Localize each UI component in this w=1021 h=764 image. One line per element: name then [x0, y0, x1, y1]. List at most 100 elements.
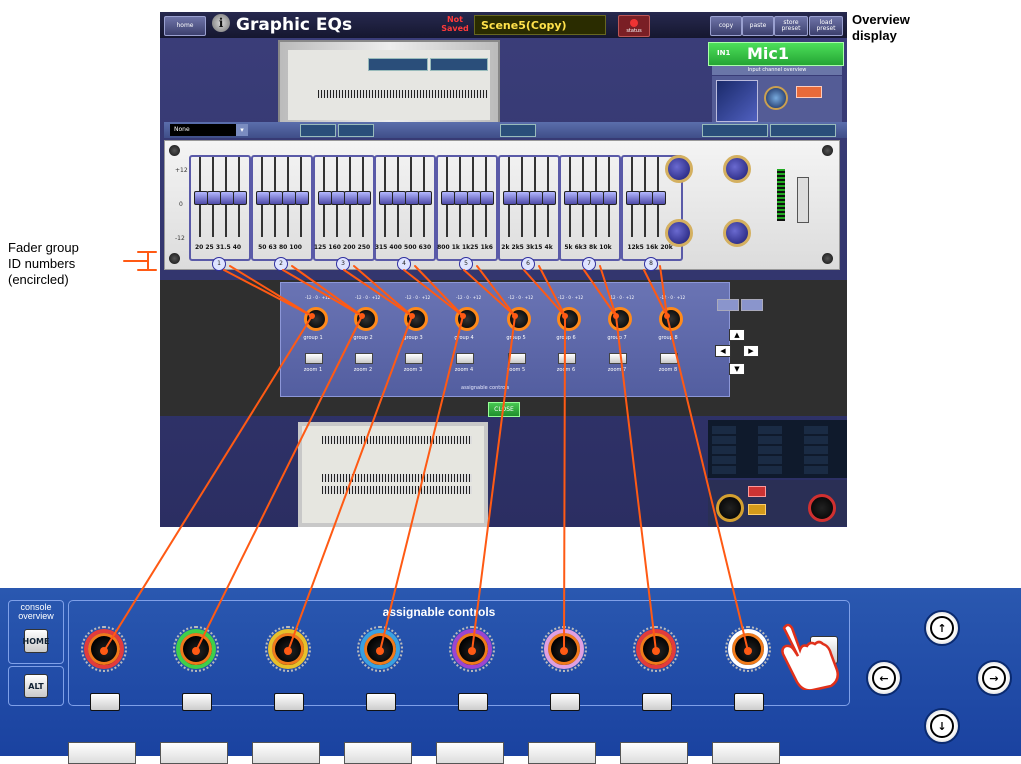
nav-left-button[interactable]: ← [866, 660, 902, 696]
eq-fader[interactable] [454, 157, 468, 237]
fader-knob[interactable] [318, 191, 332, 205]
copy-button[interactable]: copy [710, 16, 742, 36]
fader-knob[interactable] [207, 191, 221, 205]
status-button[interactable]: status [618, 15, 650, 37]
fader-knob[interactable] [503, 191, 517, 205]
strip-button[interactable] [748, 504, 766, 515]
group-knob[interactable] [354, 307, 378, 331]
zoom-button[interactable] [456, 353, 474, 364]
hardware-knob[interactable] [81, 626, 127, 672]
fader-knob[interactable] [603, 191, 617, 205]
zoom-button[interactable] [660, 353, 678, 364]
eq-fader[interactable] [207, 157, 221, 237]
zoom-button[interactable] [558, 353, 576, 364]
hardware-zoom-button[interactable] [734, 693, 764, 711]
hardware-knob[interactable] [173, 626, 219, 672]
paste-button[interactable]: paste [742, 16, 774, 36]
arrow-left-icon[interactable]: ◀ [715, 345, 731, 357]
toolbar-button[interactable] [770, 124, 836, 137]
eq-fader[interactable] [295, 157, 309, 237]
eq-fader[interactable] [220, 157, 234, 237]
fader-knob[interactable] [392, 191, 406, 205]
load-preset-button[interactable]: load preset [809, 16, 843, 36]
eq-fader[interactable] [516, 157, 530, 237]
hardware-key[interactable] [160, 742, 228, 764]
arrow-up-icon[interactable]: ▲ [729, 329, 745, 341]
home-button[interactable]: home [164, 16, 206, 36]
eq-fader[interactable] [357, 157, 371, 237]
fader-knob[interactable] [480, 191, 494, 205]
preset-select[interactable]: None ▾ [170, 124, 248, 136]
fader-knob[interactable] [331, 191, 345, 205]
fader-knob[interactable] [256, 191, 270, 205]
eq-fader[interactable] [626, 157, 640, 237]
zoom-button[interactable] [508, 353, 526, 364]
hardware-key[interactable] [712, 742, 780, 764]
fader-knob[interactable] [652, 191, 666, 205]
eq-fader[interactable] [269, 157, 283, 237]
zoom-button[interactable] [405, 353, 423, 364]
fader-knob[interactable] [626, 191, 640, 205]
eq-fader[interactable] [405, 157, 419, 237]
nav-up-button[interactable]: ↑ [924, 610, 960, 646]
fader-knob[interactable] [542, 191, 556, 205]
fader-knob[interactable] [639, 191, 653, 205]
eq-fader[interactable] [480, 157, 494, 237]
fader-knob[interactable] [220, 191, 234, 205]
fader-knob[interactable] [379, 191, 393, 205]
eq-fader[interactable] [318, 157, 332, 237]
eq-fader[interactable] [194, 157, 208, 237]
arrow-right-icon[interactable]: ▶ [743, 345, 759, 357]
fader-knob[interactable] [516, 191, 530, 205]
zoom-button[interactable] [355, 353, 373, 364]
hardware-key[interactable] [344, 742, 412, 764]
fader-knob[interactable] [269, 191, 283, 205]
info-icon[interactable]: i [212, 14, 230, 32]
toolbar-button[interactable] [702, 124, 768, 137]
eq-fader[interactable] [564, 157, 578, 237]
eq-fader[interactable] [379, 157, 393, 237]
rack-button[interactable] [430, 58, 488, 71]
fader-knob[interactable] [577, 191, 591, 205]
zoom-button[interactable] [305, 353, 323, 364]
hardware-knob[interactable] [633, 626, 679, 672]
home-hardware-button[interactable]: HOME [23, 629, 49, 653]
hardware-knob[interactable] [265, 626, 311, 672]
hardware-knob[interactable] [449, 626, 495, 672]
eq-curve-display[interactable] [716, 80, 758, 122]
nav-right-button[interactable]: → [976, 660, 1012, 696]
eq-knob[interactable] [723, 219, 751, 247]
fader-knob[interactable] [529, 191, 543, 205]
eq-fader[interactable] [418, 157, 432, 237]
eq-fader[interactable] [603, 157, 617, 237]
eq-knob[interactable] [665, 219, 693, 247]
hardware-zoom-button[interactable] [550, 693, 580, 711]
fader-knob[interactable] [233, 191, 247, 205]
eq-fader[interactable] [331, 157, 345, 237]
eq-fader[interactable] [282, 157, 296, 237]
group-knob[interactable] [404, 307, 428, 331]
fader-knob[interactable] [441, 191, 455, 205]
hardware-key[interactable] [252, 742, 320, 764]
small-button[interactable] [741, 299, 763, 311]
hardware-zoom-button[interactable] [458, 693, 488, 711]
eq-fader[interactable] [467, 157, 481, 237]
group-knob[interactable] [304, 307, 328, 331]
arrow-down-icon[interactable]: ▼ [729, 363, 745, 375]
hardware-zoom-button[interactable] [182, 693, 212, 711]
strip-knob[interactable] [808, 494, 836, 522]
hardware-zoom-button[interactable] [366, 693, 396, 711]
hardware-knob[interactable] [541, 626, 587, 672]
group-knob[interactable] [455, 307, 479, 331]
hardware-key[interactable] [436, 742, 504, 764]
hardware-zoom-button[interactable] [90, 693, 120, 711]
hardware-knob[interactable] [725, 626, 771, 672]
group-knob[interactable] [608, 307, 632, 331]
hardware-key[interactable] [68, 742, 136, 764]
fader-knob[interactable] [357, 191, 371, 205]
toolbar-button[interactable] [338, 124, 374, 137]
overview-knob[interactable] [764, 86, 788, 110]
eq-fader[interactable] [590, 157, 604, 237]
fader-knob[interactable] [295, 191, 309, 205]
fader-knob[interactable] [418, 191, 432, 205]
